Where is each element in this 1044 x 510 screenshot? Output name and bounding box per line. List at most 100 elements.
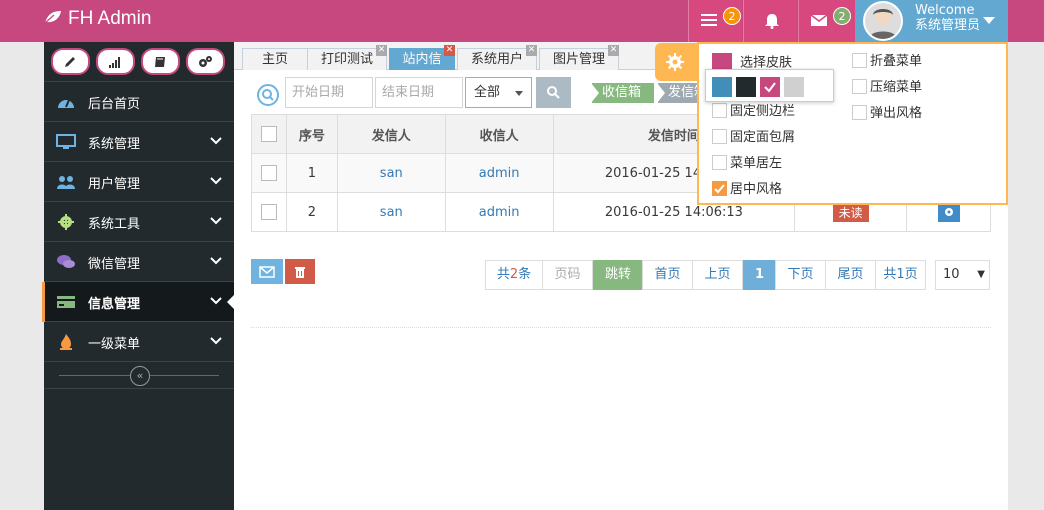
sidebar-item-tools[interactable]: 系统工具 bbox=[44, 202, 234, 242]
signal-icon bbox=[109, 57, 120, 68]
sidebar-item-home[interactable]: 后台首页 bbox=[44, 82, 234, 122]
active-indicator bbox=[42, 282, 45, 322]
avatar bbox=[863, 1, 903, 41]
sidebar-item-label: 微信管理 bbox=[88, 257, 141, 272]
sidebar: 后台首页 系统管理 用户管理 系统工具 微信管理 信息管理 一级菜单 « bbox=[42, 42, 235, 510]
sidebar-item-messages[interactable]: 信息管理 bbox=[42, 282, 235, 322]
checkbox[interactable] bbox=[712, 155, 727, 170]
page-size-select[interactable]: 10 ▼ bbox=[935, 260, 990, 290]
select-all-checkbox[interactable] bbox=[260, 126, 277, 142]
pencil-icon bbox=[65, 57, 75, 67]
comments-icon bbox=[57, 255, 75, 268]
option-collapse-menu[interactable]: 折叠菜单 bbox=[852, 53, 922, 70]
skin-swatch-blue[interactable] bbox=[712, 77, 732, 97]
chevron-down-icon bbox=[210, 177, 222, 185]
option-popup-style[interactable]: 弹出风格 bbox=[852, 105, 922, 122]
user-info: Welcome 系统管理员 bbox=[915, 3, 980, 33]
row-checkbox[interactable] bbox=[260, 165, 277, 181]
user-menu-button[interactable]: Welcome 系统管理员 bbox=[855, 0, 1008, 42]
sidebar-item-label: 系统工具 bbox=[88, 217, 141, 232]
column-header: 收信人 bbox=[444, 114, 554, 154]
tasks-badge: 2 bbox=[723, 7, 741, 25]
last-page-button[interactable]: 尾页 bbox=[825, 260, 876, 290]
checkbox[interactable] bbox=[712, 129, 727, 144]
option-compact-menu[interactable]: 压缩菜单 bbox=[852, 79, 922, 96]
checkbox[interactable] bbox=[852, 53, 867, 68]
row-action-button[interactable] bbox=[937, 202, 960, 222]
inbox-button[interactable]: 收信箱 bbox=[591, 83, 654, 103]
divider bbox=[251, 327, 991, 328]
sidebar-item-system[interactable]: 系统管理 bbox=[44, 122, 234, 162]
envelope-icon bbox=[810, 14, 828, 26]
skin-swatch-dark[interactable] bbox=[736, 77, 756, 97]
notifications-button[interactable] bbox=[743, 0, 797, 42]
sidebar-item-level1[interactable]: 一级菜单 bbox=[44, 322, 234, 362]
dashboard-icon bbox=[58, 99, 74, 108]
skin-swatch-pink[interactable] bbox=[760, 77, 780, 97]
total-pages: 共1页 bbox=[875, 260, 926, 290]
status-select[interactable]: 全部 bbox=[465, 77, 532, 108]
close-icon[interactable]: ✕ bbox=[608, 45, 619, 56]
receiver-link[interactable]: admin bbox=[479, 166, 520, 181]
search-button[interactable] bbox=[536, 77, 571, 108]
tab-image-management[interactable]: 图片管理 ✕ bbox=[539, 45, 619, 70]
sidebar-item-label: 系统管理 bbox=[88, 137, 141, 152]
check-icon bbox=[714, 184, 725, 194]
send-message-button[interactable] bbox=[251, 259, 283, 284]
search-icon[interactable] bbox=[257, 84, 279, 106]
sidebar-item-label: 信息管理 bbox=[88, 297, 141, 312]
shortcut-signal-button[interactable] bbox=[96, 48, 135, 75]
sidebar-item-label: 一级菜单 bbox=[88, 337, 141, 352]
shortcut-edit-button[interactable] bbox=[51, 48, 90, 75]
settings-toggle-button[interactable] bbox=[655, 43, 697, 81]
checkbox[interactable] bbox=[712, 103, 727, 118]
fire-icon bbox=[60, 334, 72, 350]
book-icon bbox=[155, 57, 165, 67]
option-fixed-breadcrumbs[interactable]: 固定面包屑 bbox=[712, 129, 795, 146]
checkbox[interactable] bbox=[852, 105, 867, 120]
checkbox[interactable] bbox=[852, 79, 867, 94]
top-navbar: FH Admin 2 2 Welcome 系统管理员 bbox=[0, 0, 1044, 42]
current-page[interactable]: 1 bbox=[743, 260, 776, 290]
close-icon[interactable]: ✕ bbox=[376, 45, 387, 56]
cog-icon bbox=[666, 53, 684, 71]
close-icon[interactable]: ✕ bbox=[444, 45, 455, 56]
tasks-button[interactable]: 2 bbox=[688, 0, 742, 42]
brand-logo[interactable]: FH Admin bbox=[44, 0, 151, 42]
check-icon bbox=[764, 82, 776, 93]
shortcut-book-button[interactable] bbox=[141, 48, 180, 75]
tab-system-users[interactable]: 系统用户 ✕ bbox=[457, 45, 537, 70]
option-fixed-sidebar[interactable]: 固定侧边栏 bbox=[712, 103, 795, 120]
close-icon[interactable]: ✕ bbox=[526, 45, 537, 56]
credit-card-icon bbox=[57, 296, 75, 308]
prev-page-button[interactable]: 上页 bbox=[692, 260, 743, 290]
checkbox-checked[interactable] bbox=[712, 181, 727, 196]
shortcut-settings-button[interactable] bbox=[186, 48, 225, 75]
start-date-input[interactable]: 开始日期 bbox=[285, 77, 373, 108]
next-page-button[interactable]: 下页 bbox=[775, 260, 826, 290]
first-page-button[interactable]: 首页 bbox=[642, 260, 693, 290]
tab-print-test[interactable]: 打印测试 ✕ bbox=[307, 45, 387, 70]
row-checkbox[interactable] bbox=[260, 204, 277, 220]
receiver-link[interactable]: admin bbox=[479, 205, 520, 220]
page-number-input[interactable]: 页码 bbox=[542, 260, 593, 290]
skin-swatch-gray[interactable] bbox=[784, 77, 804, 97]
tab-home[interactable]: 主页 bbox=[242, 48, 308, 70]
tab-site-messages[interactable]: 站内信 ✕ bbox=[389, 45, 455, 70]
sidebar-item-wechat[interactable]: 微信管理 bbox=[44, 242, 234, 282]
messages-button[interactable]: 2 bbox=[798, 0, 855, 42]
option-center-style[interactable]: 居中风格 bbox=[712, 181, 782, 198]
delete-button[interactable] bbox=[285, 259, 315, 284]
leaf-icon bbox=[44, 10, 61, 24]
sidebar-item-users[interactable]: 用户管理 bbox=[44, 162, 234, 202]
sender-link[interactable]: san bbox=[380, 205, 403, 220]
end-date-input[interactable]: 结束日期 bbox=[375, 77, 463, 108]
double-left-icon[interactable]: « bbox=[130, 366, 150, 386]
jump-button[interactable]: 跳转 bbox=[593, 260, 643, 290]
caret-down-icon: ▼ bbox=[977, 269, 985, 280]
bell-icon bbox=[765, 14, 779, 29]
option-menu-left[interactable]: 菜单居左 bbox=[712, 155, 782, 172]
sender-link[interactable]: san bbox=[380, 166, 403, 181]
welcome-text: Welcome bbox=[915, 3, 975, 18]
column-header: 序号 bbox=[285, 114, 338, 154]
